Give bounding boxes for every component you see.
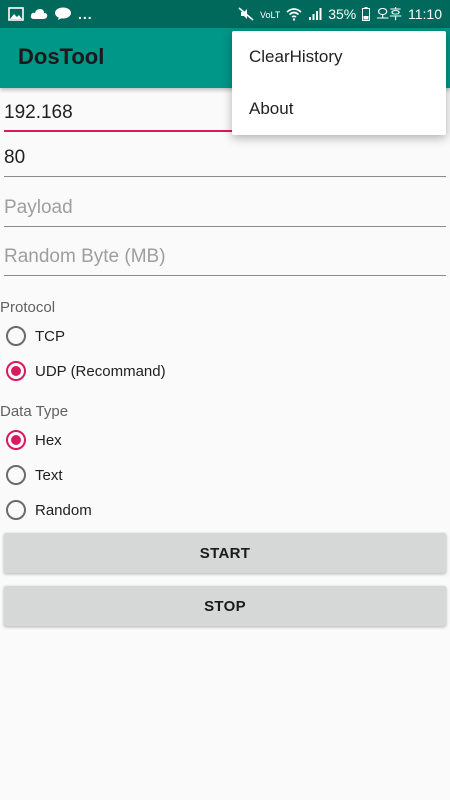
volte-icon: VoLTE: [260, 7, 280, 21]
notification-overflow: ...: [78, 6, 93, 22]
radio-text[interactable]: Text: [6, 460, 63, 490]
mute-icon: [238, 7, 254, 21]
radio-tcp[interactable]: TCP: [6, 321, 65, 351]
random-byte-input[interactable]: [4, 246, 446, 268]
payload-input[interactable]: [4, 197, 446, 219]
image-icon: [8, 7, 24, 21]
cloud-icon: [30, 7, 48, 21]
port-field[interactable]: [4, 137, 446, 177]
radio-udp[interactable]: UDP (Recommand): [6, 356, 166, 386]
status-right: VoLTE 35% 오후 11:10: [238, 4, 442, 24]
radio-text-circle[interactable]: [6, 465, 26, 485]
clock: 11:10: [408, 6, 442, 22]
battery-percent: 35%: [328, 6, 357, 22]
radio-hex-circle[interactable]: [6, 430, 26, 450]
radio-random-circle[interactable]: [6, 500, 26, 520]
radio-hex-label: Hex: [35, 431, 62, 449]
port-input[interactable]: [4, 147, 446, 169]
radio-udp-circle[interactable]: [6, 361, 26, 381]
radio-hex[interactable]: Hex: [6, 425, 62, 455]
battery-icon: [362, 7, 371, 21]
data-type-label: Data Type: [0, 403, 69, 420]
app-title: DosTool: [18, 44, 105, 69]
status-left: ...: [8, 6, 93, 22]
protocol-label: Protocol: [0, 299, 56, 316]
talk-icon: [54, 7, 72, 21]
svg-text:VoLTE: VoLTE: [260, 10, 280, 20]
overflow-menu: ClearHistory About: [232, 31, 446, 135]
radio-tcp-circle[interactable]: [6, 326, 26, 346]
start-button[interactable]: START: [4, 533, 446, 573]
menu-item-clearhistory[interactable]: ClearHistory: [232, 31, 446, 83]
signal-icon: [308, 7, 322, 21]
radio-udp-label: UDP (Recommand): [35, 362, 166, 380]
payload-field[interactable]: [4, 187, 446, 227]
radio-random-label: Random: [35, 501, 92, 519]
wifi-icon: [286, 7, 302, 21]
stop-button[interactable]: STOP: [4, 586, 446, 626]
menu-item-about[interactable]: About: [232, 83, 446, 135]
random-byte-field[interactable]: [4, 236, 446, 276]
status-bar: ... VoLTE 35% 오후 11:10: [0, 0, 450, 28]
radio-random[interactable]: Random: [6, 495, 92, 525]
radio-text-label: Text: [35, 466, 63, 484]
radio-tcp-label: TCP: [35, 327, 65, 345]
time-ampm: 오후: [376, 6, 402, 22]
